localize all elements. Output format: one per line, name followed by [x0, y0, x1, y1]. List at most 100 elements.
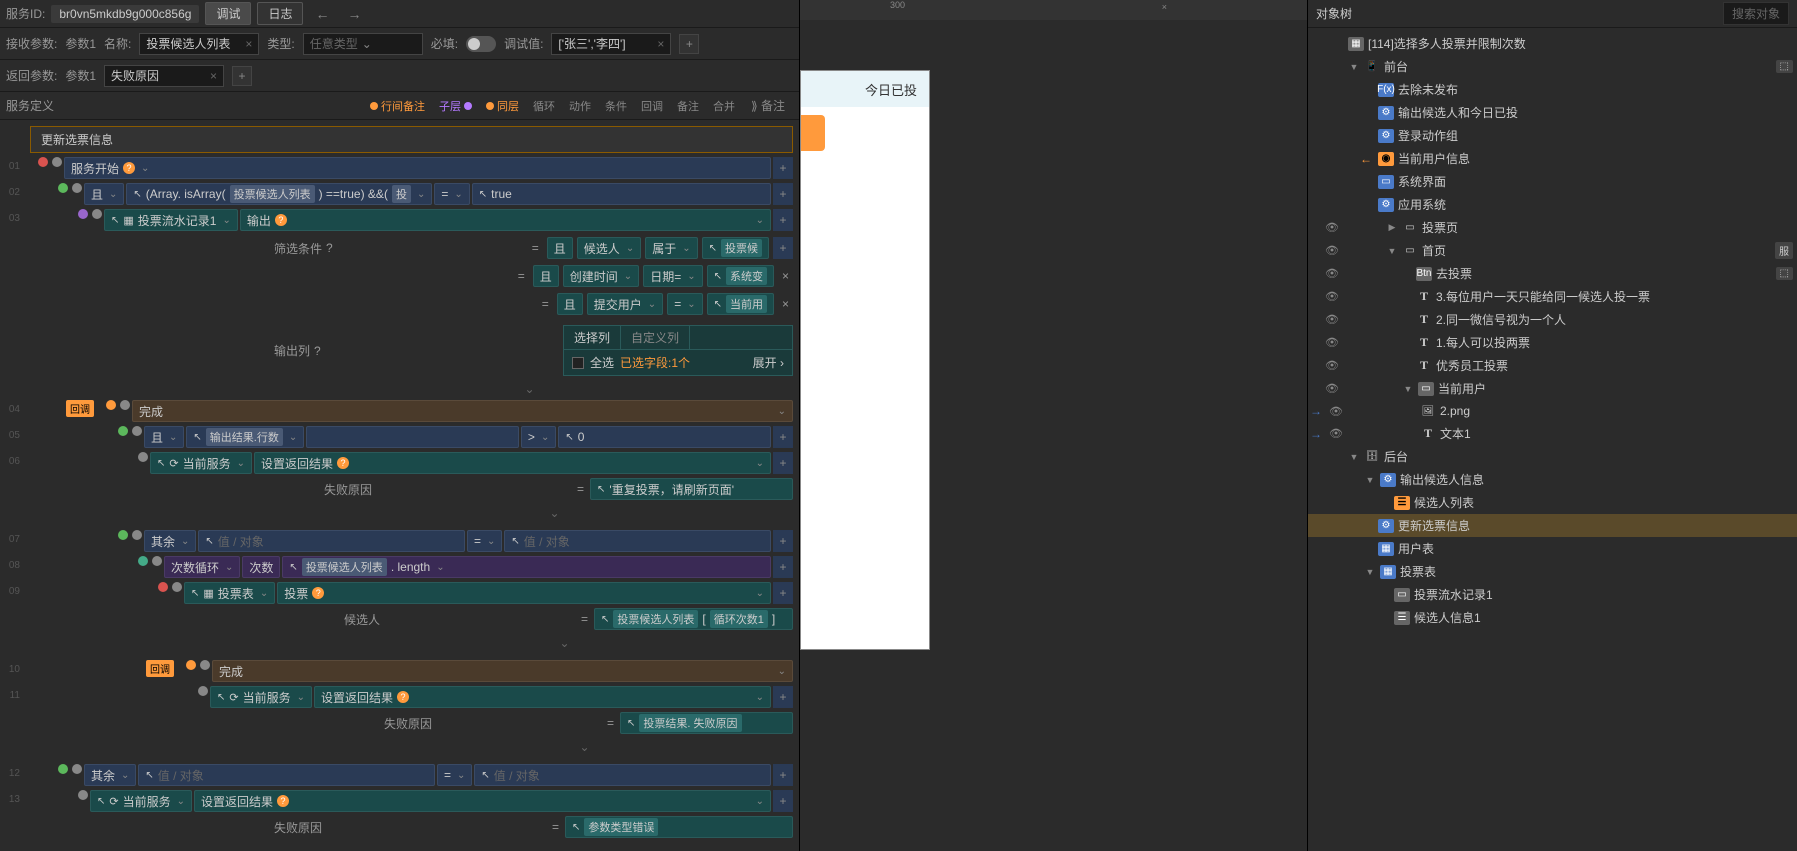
tree-app-sys[interactable]: ⚙应用系统 [1308, 193, 1797, 216]
ruler-close-icon[interactable]: × [1162, 2, 1167, 12]
flow-row-03[interactable]: 03 ↖▦投票流水记录1⌄ 输出?⌄ + [0, 209, 799, 233]
phone-preview[interactable]: 今日已投 [800, 70, 930, 650]
service-block[interactable]: ↖⟳当前服务⌄ [90, 790, 192, 812]
node-dot[interactable] [38, 157, 48, 167]
expr-block[interactable]: ↖(Array. isArray(投票候选人列表) ==true) &&(投⌄ [126, 183, 432, 205]
complete-block[interactable]: 完成⌄ [132, 400, 793, 422]
tree-current-user[interactable]: ←◉当前用户信息 [1308, 147, 1797, 170]
node-dot[interactable] [78, 209, 88, 219]
forward-arrow-icon[interactable]: → [1308, 404, 1324, 418]
filter-field[interactable]: 提交用户⌄ [587, 293, 663, 315]
tree-vote-page[interactable]: 👁▶▭投票页 [1308, 216, 1797, 239]
tree-frontend[interactable]: ▼📱前台⬚ [1308, 55, 1797, 78]
remove-icon[interactable]: × [778, 297, 793, 311]
tree-remove-unpub[interactable]: F(x)去除未发布 [1308, 78, 1797, 101]
flow-row-01[interactable]: 01 服务开始?⌄ + [0, 157, 799, 181]
return-param-input[interactable]: 失败原因× [104, 65, 224, 87]
back-arrow-icon[interactable]: ← [1358, 152, 1374, 166]
msg-block[interactable]: ↖参数类型错误 [565, 816, 793, 838]
node-dot[interactable] [198, 686, 208, 696]
tree-rule3[interactable]: 👁T3.每位用户一天只能给同一候选人投一票 [1308, 285, 1797, 308]
node-dot[interactable] [120, 400, 130, 410]
flow-row-07[interactable]: 07 其余⌄ ↖值 / 对象 =⌄ ↖值 / 对象 + [0, 530, 799, 554]
add-button[interactable]: + [773, 183, 793, 205]
collapse-button[interactable]: ⌄ [266, 380, 793, 398]
filter-and[interactable]: 且 [557, 293, 583, 315]
value-block[interactable]: ↖true [472, 183, 771, 205]
and-block[interactable]: 且⌄ [144, 426, 184, 448]
flow-row-13[interactable]: 13 ↖⟳当前服务⌄ 设置返回结果?⌄ + [0, 790, 799, 814]
complete-block[interactable]: 完成⌄ [212, 660, 793, 682]
set-return-block[interactable]: 设置返回结果?⌄ [254, 452, 771, 474]
eye-icon[interactable]: 👁 [1324, 359, 1340, 372]
debug-button[interactable]: 调试 [205, 2, 251, 25]
node-dot[interactable] [78, 790, 88, 800]
tab-sublayer[interactable]: 子层 [433, 96, 478, 116]
node-dot[interactable] [186, 660, 196, 670]
tab-same-layer[interactable]: 同层 [480, 96, 525, 116]
help-icon[interactable]: ? [123, 162, 135, 174]
tab-loop[interactable]: 循环 [527, 96, 561, 116]
add-button[interactable]: + [773, 452, 793, 474]
expand-icon[interactable]: ▶ [1386, 222, 1398, 233]
eye-icon[interactable]: 👁 [1328, 427, 1344, 440]
set-return-block[interactable]: 设置返回结果?⌄ [194, 790, 771, 812]
eye-icon[interactable]: 👁 [1328, 405, 1344, 418]
placeholder-block[interactable]: ↖值 / 对象 [198, 530, 465, 552]
tree-output-cand[interactable]: ⚙输出候选人和今日已投 [1308, 101, 1797, 124]
tree-user-table[interactable]: ▦用户表 [1308, 537, 1797, 560]
else-block[interactable]: 其余⌄ [144, 530, 196, 552]
tree-img2[interactable]: →👁🖼2.png [1308, 400, 1797, 422]
tree-home[interactable]: 👁▼▭首页服 [1308, 239, 1797, 262]
filter-op[interactable]: 属于⌄ [645, 237, 697, 259]
tab-condition[interactable]: 条件 [599, 96, 633, 116]
help-icon[interactable]: ? [312, 587, 324, 599]
loop-expr-block[interactable]: ↖投票候选人列表. length⌄ [282, 556, 771, 578]
flow-row-12[interactable]: 12 其余⌄ ↖值 / 对象 =⌄ ↖值 / 对象 + [0, 764, 799, 788]
and-block[interactable]: 且⌄ [84, 183, 124, 205]
select-all-checkbox[interactable] [572, 357, 584, 369]
table-block[interactable]: ↖▦投票流水记录1⌄ [104, 209, 238, 231]
tree-current-user2[interactable]: 👁▼▭当前用户 [1308, 377, 1797, 400]
tree-go-vote[interactable]: 👁Btn去投票⬚ [1308, 262, 1797, 285]
tree-login-group[interactable]: ⚙登录动作组 [1308, 124, 1797, 147]
filter-field[interactable]: 候选人⌄ [577, 237, 641, 259]
tree-excellent[interactable]: 👁T优秀员工投票 [1308, 354, 1797, 377]
op-block[interactable]: >⌄ [521, 426, 556, 448]
table-block[interactable]: ↖▦投票表⌄ [184, 582, 275, 604]
add-param-button[interactable]: + [679, 34, 699, 54]
debug-val-input[interactable]: ['张三','李四']× [551, 33, 671, 55]
clear-icon[interactable]: × [202, 69, 217, 83]
else-block[interactable]: 其余⌄ [84, 764, 136, 786]
help-icon[interactable]: ? [337, 457, 349, 469]
eye-icon[interactable]: 👁 [1324, 290, 1340, 303]
add-filter-button[interactable]: + [773, 237, 793, 259]
eye-icon[interactable]: 👁 [1324, 382, 1340, 395]
flow-row-05[interactable]: 05 且⌄ ↖输出结果.行数⌄ >⌄ ↖0 + [0, 426, 799, 450]
spacer-block[interactable] [306, 426, 519, 448]
times-block[interactable]: 次数 [242, 556, 280, 578]
node-dot[interactable] [118, 530, 128, 540]
field-block[interactable]: ↖输出结果.行数⌄ [186, 426, 304, 448]
nav-back-icon[interactable]: ← [309, 6, 335, 22]
tree-cand-list[interactable]: ☰候选人列表 [1308, 491, 1797, 514]
flow-row-06[interactable]: 06 ↖⟳当前服务⌄ 设置返回结果?⌄ + [0, 452, 799, 476]
node-dot[interactable] [72, 183, 82, 193]
log-button[interactable]: 日志 [257, 2, 303, 25]
filter-op[interactable]: 日期=⌄ [643, 265, 702, 287]
node-dot[interactable] [138, 556, 148, 566]
remark-button[interactable]: ⟫ 备注 [743, 95, 793, 116]
node-dot[interactable] [72, 764, 82, 774]
filter-val[interactable]: ↖当前用 [707, 293, 774, 315]
node-dot[interactable] [52, 157, 62, 167]
clear-icon[interactable]: × [237, 37, 252, 51]
tab-inline-remark[interactable]: 行间备注 [364, 96, 431, 116]
param-name-input[interactable]: 投票候选人列表× [139, 33, 259, 55]
collapse-icon[interactable]: ▼ [1386, 246, 1398, 256]
tree-rule2[interactable]: 👁T2.同一微信号视为一个人 [1308, 308, 1797, 331]
collapse-icon[interactable]: ▼ [1364, 475, 1376, 485]
clear-icon[interactable]: × [649, 37, 664, 51]
tab-merge[interactable]: 合并 [707, 96, 741, 116]
tree-update-vote[interactable]: ⚙更新选票信息 [1308, 514, 1797, 537]
param-type-select[interactable]: 任意类型⌄ [303, 33, 423, 55]
